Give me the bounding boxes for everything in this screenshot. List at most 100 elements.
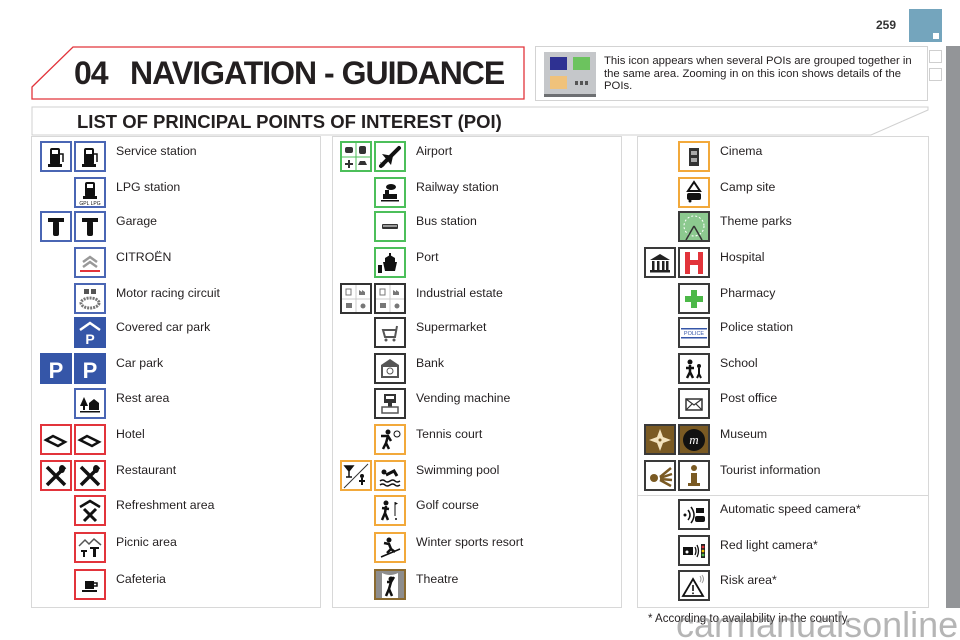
- poi-row-citroen: CITROËN: [32, 247, 320, 281]
- grouped-poi-note: This icon appears when several POIs are …: [535, 46, 928, 101]
- poi-label: Tennis court: [416, 427, 483, 441]
- poi-row-camp-site: Camp site: [638, 177, 928, 211]
- poi-label: Car park: [116, 356, 164, 370]
- bank-icon: [374, 353, 406, 384]
- poi-label: CITROËN: [116, 250, 172, 264]
- watermark: carmanualsonline.info: [676, 604, 960, 640]
- poi-row-cinema: Cinema: [638, 141, 928, 175]
- lpg-pump-icon: GPL LPG: [74, 177, 106, 208]
- poi-row-theme-parks: Theme parks: [638, 211, 928, 245]
- transport-group-icon: [340, 141, 372, 172]
- poi-row-swimming-pool: Swimming pool: [333, 460, 621, 494]
- poi-row-post-office: Post office: [638, 388, 928, 422]
- bed-icon: [40, 424, 72, 455]
- coffee-cup-icon: [74, 569, 106, 600]
- wrench-icon: [40, 211, 72, 242]
- chapter-title: NAVIGATION - GUIDANCE: [130, 55, 505, 91]
- poi-row-airport: Airport: [333, 141, 621, 175]
- covered-parking-icon: P: [74, 317, 106, 348]
- poi-row-lpg-station: GPL LPG LPG station: [32, 177, 320, 211]
- poi-row-speed-camera: Automatic speed camera*: [638, 499, 928, 533]
- poi-row-tourist-information: Tourist information: [638, 460, 928, 494]
- poi-column-3: Cinema Camp site Theme parks Hospital Ph…: [637, 136, 929, 608]
- poi-label: Automatic speed camera*: [720, 502, 861, 516]
- poi-row-car-park: P P Car park: [32, 353, 320, 387]
- section-heading: LIST OF PRINCIPAL POINTS OF INTEREST (PO…: [31, 106, 929, 136]
- poi-label: Vending machine: [416, 391, 511, 405]
- poi-row-hospital: Hospital: [638, 247, 928, 281]
- poi-row-restaurant: Restaurant: [32, 460, 320, 494]
- poi-label: Theatre: [416, 572, 459, 586]
- industry-group-icon: [340, 283, 372, 314]
- fork-spoon-icon: [40, 460, 72, 491]
- poi-label: Refreshment area: [116, 498, 215, 512]
- poi-label: Hotel: [116, 427, 145, 441]
- chapter-tab-marker: [909, 9, 942, 42]
- camp-site-icon: [678, 177, 710, 208]
- poi-row-risk-area: Risk area*: [638, 570, 928, 604]
- poi-label: Red light camera*: [720, 538, 818, 552]
- envelope-icon: [678, 388, 710, 419]
- shopping-cart-icon: [374, 317, 406, 348]
- poi-row-motor-racing: Motor racing circuit: [32, 283, 320, 317]
- poi-label: Bus station: [416, 214, 477, 228]
- hospital-icon: [678, 247, 710, 278]
- page-number: 259: [876, 18, 897, 32]
- fork-spoon-icon: [74, 460, 106, 491]
- svg-text:P: P: [83, 358, 98, 382]
- bus-icon: [374, 211, 406, 242]
- poi-row-police-station: POLICE Police station: [638, 317, 928, 351]
- poi-label: Bank: [416, 356, 445, 370]
- vending-machine-icon: [374, 388, 406, 419]
- poi-row-vending-machine: Vending machine: [333, 388, 621, 422]
- police-icon: POLICE: [678, 317, 710, 348]
- poi-label: Port: [416, 250, 439, 264]
- poi-label: Risk area*: [720, 573, 777, 587]
- section-divider: [638, 495, 928, 496]
- poi-label: Cinema: [720, 144, 763, 158]
- parking-icon: P: [74, 353, 106, 384]
- speed-camera-icon: [678, 499, 710, 530]
- poi-row-bus-station: Bus station: [333, 211, 621, 245]
- poi-row-industrial-estate: Industrial estate: [333, 283, 621, 317]
- tourist-sight-icon: [644, 460, 676, 491]
- poi-label: Hospital: [720, 250, 765, 264]
- poi-label: LPG station: [116, 180, 181, 194]
- poi-row-refreshment-area: Refreshment area: [32, 495, 320, 529]
- poi-row-port: Port: [333, 247, 621, 281]
- poi-column-2: Airport Railway station Bus station Port…: [332, 136, 622, 608]
- poi-row-rest-area: Rest area: [32, 388, 320, 422]
- poi-row-tennis-court: Tennis court: [333, 424, 621, 458]
- poi-label: Post office: [720, 391, 778, 405]
- poi-column-1: Service station GPL LPG LPG station Gara…: [31, 136, 321, 608]
- poi-row-golf-course: Golf course: [333, 495, 621, 529]
- picnic-icon: [74, 532, 106, 563]
- poi-row-garage: Garage: [32, 211, 320, 245]
- information-icon: [678, 460, 710, 491]
- poi-row-pharmacy: Pharmacy: [638, 283, 928, 317]
- bed-icon: [74, 424, 106, 455]
- chapter-number: 04: [74, 55, 109, 91]
- fuel-pump-icon: [74, 141, 106, 172]
- poi-label: Garage: [116, 214, 158, 228]
- poi-row-service-station: Service station: [32, 141, 320, 175]
- poi-row-picnic-area: Picnic area: [32, 532, 320, 566]
- poi-label: Police station: [720, 320, 794, 334]
- rest-area-icon: [74, 388, 106, 419]
- svg-text:m: m: [689, 432, 698, 447]
- poi-row-museum: m Museum: [638, 424, 928, 458]
- poi-label: Golf course: [416, 498, 479, 512]
- tennis-icon: [374, 424, 406, 455]
- ship-icon: [374, 247, 406, 278]
- chapter-banner: 04 NAVIGATION - GUIDANCE: [30, 45, 526, 101]
- poi-row-covered-car-park: P Covered car park: [32, 317, 320, 351]
- golf-icon: [374, 495, 406, 526]
- poi-row-winter-sports: Winter sports resort: [333, 532, 621, 566]
- svg-text:P: P: [49, 358, 64, 382]
- monument-icon: [644, 424, 676, 455]
- svg-text:GPL LPG: GPL LPG: [79, 201, 100, 206]
- poi-label: Winter sports resort: [416, 535, 524, 549]
- poi-row-hotel: Hotel: [32, 424, 320, 458]
- pharmacy-cross-icon: [678, 283, 710, 314]
- poi-label: Cafeteria: [116, 572, 166, 586]
